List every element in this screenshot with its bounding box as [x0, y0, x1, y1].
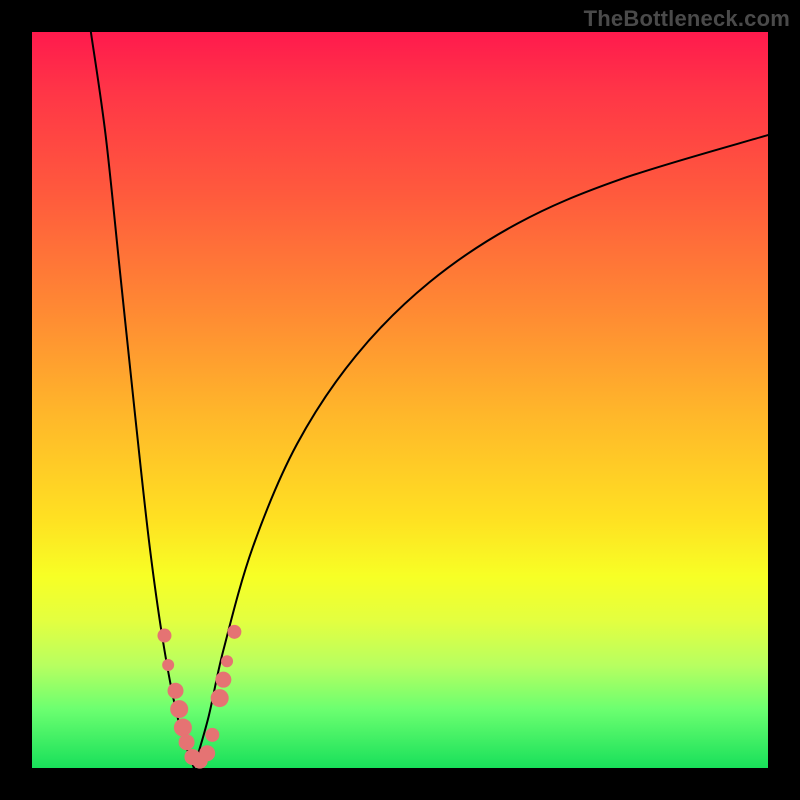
data-marker — [170, 700, 188, 718]
data-marker — [227, 625, 241, 639]
data-marker — [157, 629, 171, 643]
chart-svg — [32, 32, 768, 768]
curve-right-branch — [194, 135, 768, 768]
watermark-text: TheBottleneck.com — [584, 6, 790, 32]
data-marker — [199, 745, 215, 761]
data-marker — [221, 655, 233, 667]
curve-left-branch — [91, 32, 194, 768]
data-marker — [174, 719, 192, 737]
data-marker — [168, 683, 184, 699]
plot-area — [32, 32, 768, 768]
data-marker — [211, 689, 229, 707]
data-marker — [205, 728, 219, 742]
data-marker — [179, 734, 195, 750]
chart-frame: TheBottleneck.com — [0, 0, 800, 800]
curve-layer — [91, 32, 768, 768]
data-marker — [162, 659, 174, 671]
data-marker — [215, 672, 231, 688]
